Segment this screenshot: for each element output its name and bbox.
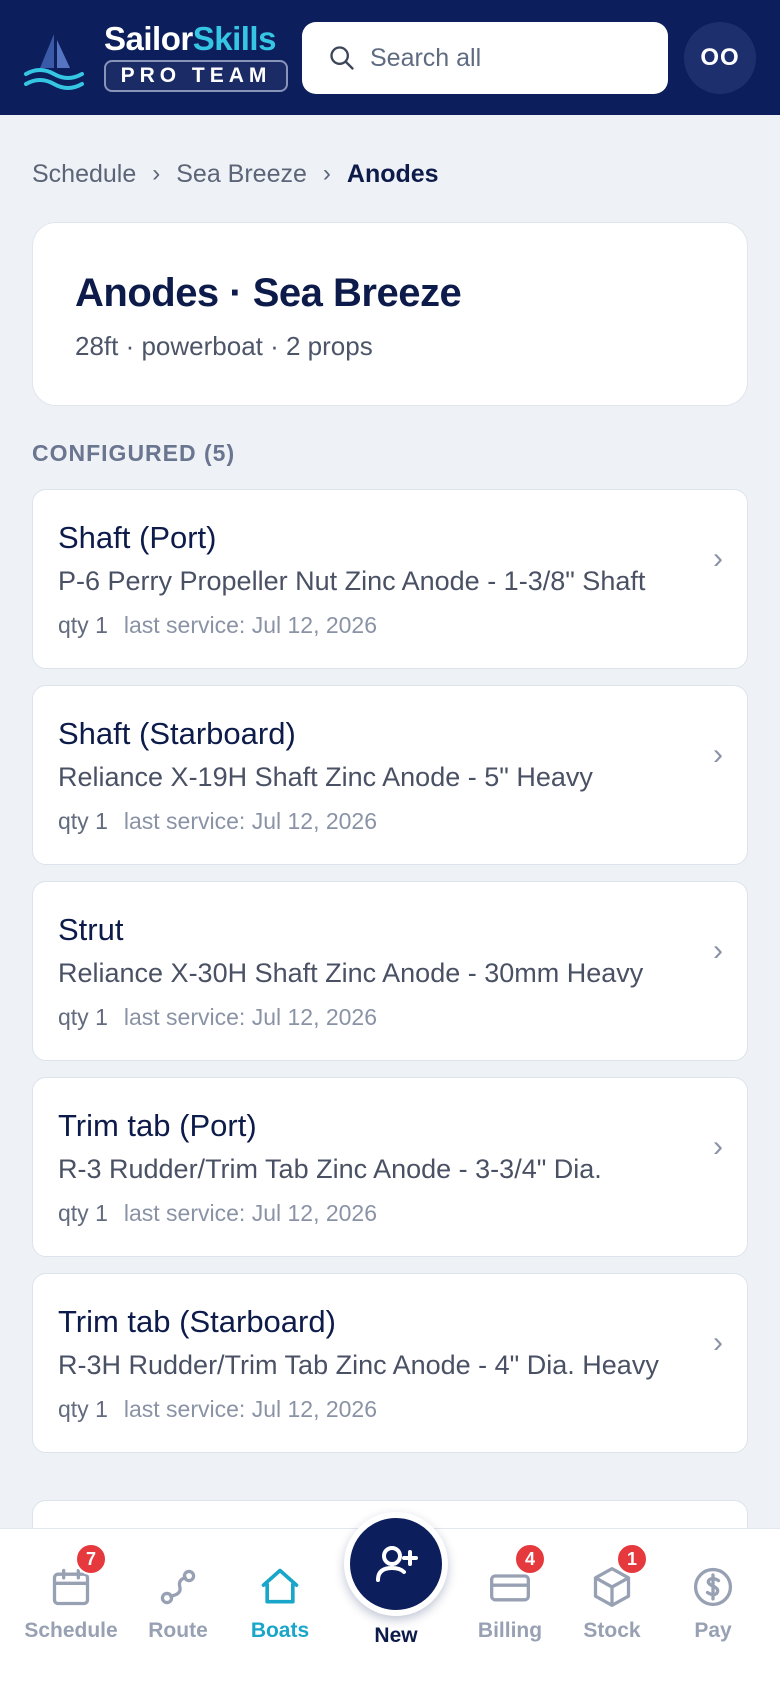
add-user-icon xyxy=(376,1546,418,1582)
anode-last-service: last service: Jul 12, 2026 xyxy=(123,1396,378,1422)
sailboat-logo-icon xyxy=(24,34,84,90)
breadcrumb-separator: › xyxy=(322,160,331,187)
breadcrumb-boat[interactable]: Sea Breeze xyxy=(176,160,307,189)
breadcrumb-current: Anodes xyxy=(346,159,439,188)
nav-label: Boats xyxy=(250,1619,310,1642)
brand-tag: PRO TEAM xyxy=(104,60,288,92)
dollar-icon xyxy=(693,1567,733,1607)
anode-meta: qty 1 last service: Jul 12, 2026 xyxy=(58,612,377,639)
anode-location: Strut xyxy=(58,912,124,947)
notification-badge: 4 xyxy=(514,1543,546,1575)
home-icon xyxy=(261,1568,299,1604)
breadcrumb-separator: › xyxy=(152,160,161,187)
search-placeholder: Search all xyxy=(370,43,482,72)
new-button[interactable] xyxy=(344,1512,448,1616)
chevron-right-icon: › xyxy=(713,934,723,967)
breadcrumb: Schedule › Sea Breeze › Anodes xyxy=(32,157,439,191)
nav-label: Pay xyxy=(694,1619,732,1642)
anode-location: Trim tab (Port) xyxy=(58,1108,257,1143)
nav-label: Billing xyxy=(477,1619,543,1642)
anode-last-service: last service: Jul 12, 2026 xyxy=(123,808,378,834)
nav-new[interactable]: New xyxy=(338,1512,454,1682)
anode-card-trim-tab-port[interactable]: Trim tab (Port) R-3 Rudder/Trim Tab Zinc… xyxy=(32,1077,748,1257)
nav-label: New xyxy=(374,1624,418,1647)
section-heading: CONFIGURED (5) xyxy=(32,440,236,466)
anode-qty: qty 1 xyxy=(58,1200,108,1226)
breadcrumb-schedule[interactable]: Schedule xyxy=(32,160,136,189)
anode-qty: qty 1 xyxy=(58,612,108,638)
chevron-right-icon: › xyxy=(713,738,723,771)
anode-qty: qty 1 xyxy=(58,808,108,834)
nav-route[interactable]: Route xyxy=(123,1565,233,1643)
notification-badge: 1 xyxy=(616,1543,648,1575)
search-icon xyxy=(330,46,354,70)
anode-product: R-3H Rudder/Trim Tab Zinc Anode - 4" Dia… xyxy=(58,1350,659,1380)
anode-meta: qty 1 last service: Jul 12, 2026 xyxy=(58,1200,377,1227)
brand-logo[interactable]: SailorSkills PRO TEAM xyxy=(24,20,294,96)
nav-boats[interactable]: Boats xyxy=(225,1565,335,1643)
brand-wordmark: SailorSkills xyxy=(104,20,276,57)
app-header: SailorSkills PRO TEAM Search all OO xyxy=(0,0,780,115)
anode-meta: qty 1 last service: Jul 12, 2026 xyxy=(58,1396,377,1423)
anode-location: Shaft (Port) xyxy=(58,520,217,555)
nav-label: Route xyxy=(148,1619,208,1642)
nav-billing[interactable]: 4 Billing xyxy=(455,1543,565,1643)
anode-card-strut[interactable]: Strut Reliance X-30H Shaft Zinc Anode - … xyxy=(32,881,748,1061)
anode-product: P-6 Perry Propeller Nut Zinc Anode - 1-3… xyxy=(58,566,646,596)
boat-header-card: Anodes · Sea Breeze 28ft · powerboat · 2… xyxy=(32,222,748,406)
chevron-right-icon: › xyxy=(713,1130,723,1163)
notification-badge: 7 xyxy=(75,1543,107,1575)
anode-location: Shaft (Starboard) xyxy=(58,716,296,751)
search-input[interactable]: Search all xyxy=(302,22,668,94)
anode-meta: qty 1 last service: Jul 12, 2026 xyxy=(58,1004,377,1031)
nav-label: Stock xyxy=(583,1619,641,1642)
anode-meta: qty 1 last service: Jul 12, 2026 xyxy=(58,808,377,835)
nav-schedule[interactable]: 7 Schedule xyxy=(16,1543,126,1643)
anode-last-service: last service: Jul 12, 2026 xyxy=(123,612,378,638)
anode-last-service: last service: Jul 12, 2026 xyxy=(123,1200,378,1226)
anode-qty: qty 1 xyxy=(58,1396,108,1422)
nav-stock[interactable]: 1 Stock xyxy=(557,1543,667,1643)
anode-product: R-3 Rudder/Trim Tab Zinc Anode - 3-3/4" … xyxy=(58,1154,602,1184)
nav-label: Schedule xyxy=(24,1619,118,1642)
user-avatar[interactable]: OO xyxy=(684,22,756,94)
page-title: Anodes · Sea Breeze xyxy=(75,271,462,315)
anode-card-trim-tab-starboard[interactable]: Trim tab (Starboard) R-3H Rudder/Trim Ta… xyxy=(32,1273,748,1453)
route-icon xyxy=(160,1569,196,1605)
chevron-right-icon: › xyxy=(713,1326,723,1359)
anode-qty: qty 1 xyxy=(58,1004,108,1030)
boat-specs: 28ft · powerboat · 2 props xyxy=(75,331,373,361)
anode-location: Trim tab (Starboard) xyxy=(58,1304,336,1339)
anode-last-service: last service: Jul 12, 2026 xyxy=(123,1004,378,1030)
nav-pay[interactable]: Pay xyxy=(658,1565,768,1643)
chevron-right-icon: › xyxy=(713,542,723,575)
anode-product: Reliance X-30H Shaft Zinc Anode - 30mm H… xyxy=(58,958,644,988)
anode-card-shaft-starboard[interactable]: Shaft (Starboard) Reliance X-19H Shaft Z… xyxy=(32,685,748,865)
anode-card-shaft-port[interactable]: Shaft (Port) P-6 Perry Propeller Nut Zin… xyxy=(32,489,748,669)
anode-product: Reliance X-19H Shaft Zinc Anode - 5" Hea… xyxy=(58,762,593,792)
